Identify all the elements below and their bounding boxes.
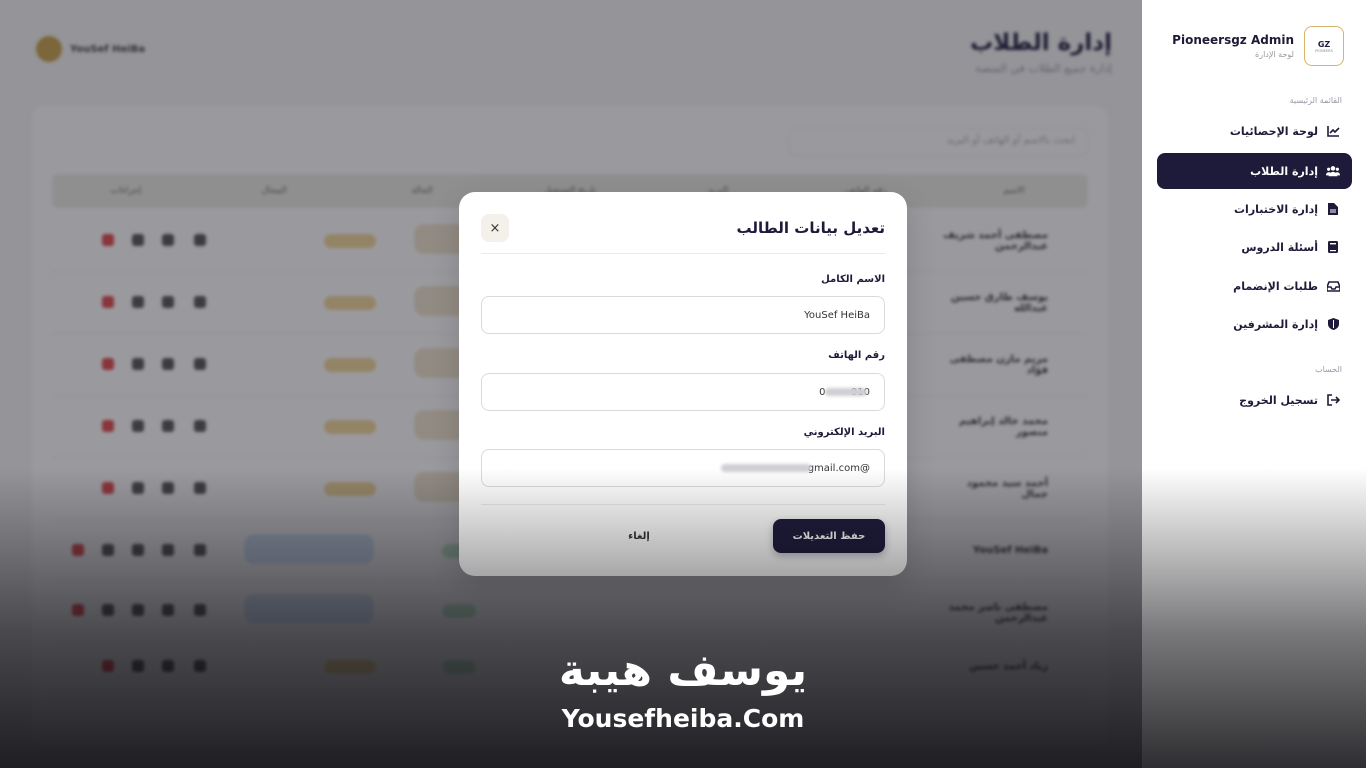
watermark-url: Yousefheiba.Com	[561, 704, 805, 733]
section-label: القائمة الرئيسية	[1289, 96, 1342, 105]
modal-header: تعديل بيانات الطالب ×	[481, 214, 885, 254]
sidebar-item-label: إدارة الاختبارات	[1234, 202, 1318, 216]
full-name-label: الاسم الكامل	[821, 274, 885, 285]
file-icon	[1326, 202, 1340, 216]
email-input[interactable]	[481, 449, 885, 487]
section-label: الحساب	[1315, 365, 1342, 374]
edit-student-modal: تعديل بيانات الطالب × الاسم الكامل رقم ا…	[459, 192, 907, 576]
email-redaction	[721, 464, 811, 472]
sidebar-item-label: لوحة الإحصائيات	[1229, 124, 1318, 138]
brand-logo: GZ PIONEERS	[1304, 26, 1344, 66]
modal-footer	[481, 504, 885, 505]
inbox-icon	[1326, 279, 1340, 293]
cancel-button[interactable]: إلغاء	[609, 519, 669, 553]
full-name-input[interactable]	[481, 296, 885, 334]
users-icon	[1326, 164, 1340, 178]
sidebar-item-label: إدارة المشرفين	[1233, 317, 1318, 331]
panel-label: لوحة الإدارة	[1255, 50, 1294, 59]
sidebar-item-label: أسئلة الدروس	[1241, 240, 1318, 254]
sidebar-item-logout[interactable]: تسجيل الخروج	[1157, 382, 1352, 418]
sidebar-brand: GZ PIONEERS Pioneersgz Admin لوحة الإدار…	[1172, 26, 1344, 66]
sidebar-item-lesson-questions[interactable]: أسئلة الدروس	[1157, 229, 1352, 265]
sidebar-item-label: تسجيل الخروج	[1239, 393, 1318, 407]
close-button[interactable]: ×	[481, 214, 509, 242]
sidebar-item-students[interactable]: إدارة الطلاب	[1157, 153, 1352, 189]
logo-subtext: PIONEERS	[1315, 48, 1333, 53]
logo-text: GZ	[1317, 39, 1331, 49]
admin-name: Pioneersgz Admin	[1172, 33, 1294, 47]
book-icon	[1326, 240, 1340, 254]
shield-icon	[1326, 317, 1340, 331]
sidebar-item-join-requests[interactable]: طلبات الإنضمام	[1157, 268, 1352, 304]
sidebar-item-exams[interactable]: إدارة الاختبارات	[1157, 191, 1352, 227]
phone-redaction	[825, 388, 867, 396]
email-label: البريد الإلكتروني	[803, 427, 885, 438]
logout-icon	[1326, 393, 1340, 407]
chart-line-icon	[1326, 124, 1340, 138]
sidebar: GZ PIONEERS Pioneersgz Admin لوحة الإدار…	[1142, 0, 1366, 768]
phone-label: رقم الهاتف	[828, 350, 885, 361]
sidebar-item-label: طلبات الإنضمام	[1233, 279, 1318, 293]
sidebar-item-statistics[interactable]: لوحة الإحصائيات	[1157, 113, 1352, 149]
modal-title: تعديل بيانات الطالب	[736, 219, 885, 237]
sidebar-item-supervisors[interactable]: إدارة المشرفين	[1157, 306, 1352, 342]
save-changes-button[interactable]: حفظ التعديلات	[773, 519, 885, 553]
close-icon: ×	[489, 220, 501, 236]
sidebar-item-label: إدارة الطلاب	[1250, 164, 1318, 178]
watermark-arabic: يوسف هيبة	[558, 645, 808, 696]
